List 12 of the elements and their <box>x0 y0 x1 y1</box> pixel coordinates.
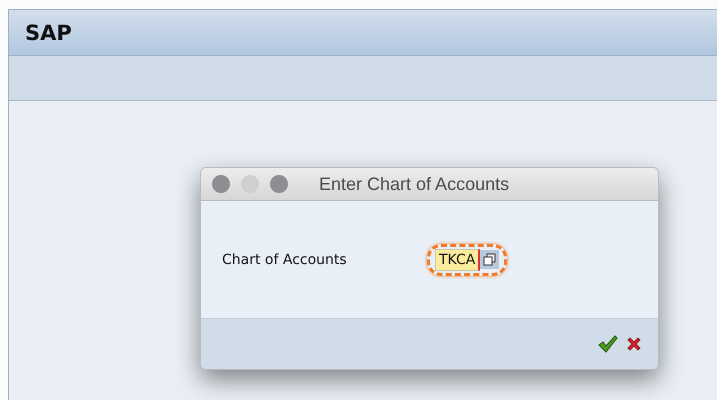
checkmark-icon <box>598 335 618 353</box>
dialog-title: Enter Chart of Accounts <box>319 174 510 194</box>
copy-icon <box>483 253 496 266</box>
confirm-button[interactable] <box>598 335 618 353</box>
close-window-icon[interactable] <box>212 175 230 193</box>
cancel-button[interactable] <box>626 336 642 352</box>
zoom-window-icon[interactable] <box>270 175 288 193</box>
field-label: Chart of Accounts <box>222 252 348 268</box>
input-field[interactable]: TKCA <box>435 248 480 270</box>
value-help-button[interactable] <box>480 250 500 269</box>
window-title: SAP <box>25 20 72 44</box>
close-icon <box>626 336 642 352</box>
